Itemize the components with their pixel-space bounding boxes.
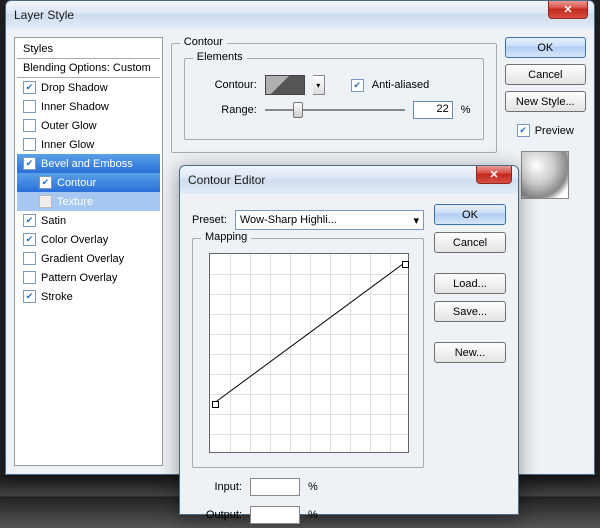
new-button[interactable]: New... bbox=[434, 342, 506, 363]
contour-editor-title: Contour Editor bbox=[188, 173, 265, 187]
style-item-label: Texture bbox=[57, 196, 93, 208]
style-item-color-overlay[interactable]: Color Overlay bbox=[17, 230, 160, 249]
style-checkbox[interactable] bbox=[23, 100, 36, 113]
style-item-label: Pattern Overlay bbox=[41, 272, 117, 284]
load-button[interactable]: Load... bbox=[434, 273, 506, 294]
cancel-button[interactable]: Cancel bbox=[434, 232, 506, 253]
range-label: Range: bbox=[197, 104, 257, 116]
style-checkbox[interactable] bbox=[23, 271, 36, 284]
style-checkbox[interactable] bbox=[39, 195, 52, 208]
style-item-label: Inner Glow bbox=[41, 139, 94, 151]
style-item-inner-glow[interactable]: Inner Glow bbox=[17, 135, 160, 154]
style-checkbox[interactable] bbox=[23, 233, 36, 246]
input-pct: % bbox=[308, 481, 318, 493]
ok-button[interactable]: OK bbox=[505, 37, 586, 58]
contour-label: Contour: bbox=[197, 79, 257, 91]
style-item-label: Outer Glow bbox=[41, 120, 97, 132]
mapping-label: Mapping bbox=[201, 231, 251, 243]
input-label: Input: bbox=[192, 481, 242, 493]
style-item-outer-glow[interactable]: Outer Glow bbox=[17, 116, 160, 135]
preset-dropdown[interactable]: Wow-Sharp Highli... ▾ bbox=[235, 210, 424, 230]
new-style-button[interactable]: New Style... bbox=[505, 91, 586, 112]
style-item-contour[interactable]: Contour bbox=[17, 173, 160, 192]
style-item-label: Bevel and Emboss bbox=[41, 158, 133, 170]
close-icon[interactable]: ✕ bbox=[476, 166, 512, 184]
curve-line bbox=[210, 254, 408, 452]
styles-header[interactable]: Styles bbox=[17, 40, 160, 59]
output-label: Output: bbox=[192, 509, 242, 521]
style-checkbox[interactable] bbox=[23, 290, 36, 303]
preview-checkbox[interactable] bbox=[517, 124, 530, 137]
chevron-down-icon[interactable]: ▾ bbox=[313, 75, 325, 95]
style-checkbox[interactable] bbox=[23, 252, 36, 265]
antialias-label: Anti-aliased bbox=[372, 79, 429, 91]
output-field[interactable] bbox=[250, 506, 300, 524]
styles-list: Styles Blending Options: Custom Drop Sha… bbox=[14, 37, 163, 466]
range-input[interactable]: 22 bbox=[413, 101, 453, 119]
curve-editor[interactable] bbox=[209, 253, 409, 453]
output-pct: % bbox=[308, 509, 318, 521]
curve-handle[interactable] bbox=[402, 261, 409, 268]
style-item-label: Drop Shadow bbox=[41, 82, 108, 94]
style-item-label: Satin bbox=[41, 215, 66, 227]
cancel-button[interactable]: Cancel bbox=[505, 64, 586, 85]
style-item-inner-shadow[interactable]: Inner Shadow bbox=[17, 97, 160, 116]
layer-style-titlebar[interactable]: Layer Style ✕ bbox=[6, 1, 594, 29]
style-checkbox[interactable] bbox=[23, 119, 36, 132]
style-checkbox[interactable] bbox=[39, 176, 52, 189]
style-checkbox[interactable] bbox=[23, 138, 36, 151]
style-item-gradient-overlay[interactable]: Gradient Overlay bbox=[17, 249, 160, 268]
blending-options-item[interactable]: Blending Options: Custom bbox=[17, 59, 160, 78]
preset-label: Preset: bbox=[192, 214, 227, 226]
preview-swatch bbox=[521, 151, 569, 199]
style-item-stroke[interactable]: Stroke bbox=[17, 287, 160, 306]
contour-editor-titlebar[interactable]: Contour Editor ✕ bbox=[180, 166, 518, 194]
style-item-label: Color Overlay bbox=[41, 234, 108, 246]
style-item-texture[interactable]: Texture bbox=[17, 192, 160, 211]
style-item-label: Stroke bbox=[41, 291, 73, 303]
antialias-checkbox[interactable] bbox=[351, 79, 364, 92]
style-checkbox[interactable] bbox=[23, 157, 36, 170]
contour-editor-dialog: Contour Editor ✕ Preset: Wow-Sharp Highl… bbox=[179, 165, 519, 515]
range-slider[interactable] bbox=[265, 102, 405, 118]
style-item-satin[interactable]: Satin bbox=[17, 211, 160, 230]
contour-group-label: Contour bbox=[180, 36, 227, 48]
style-item-drop-shadow[interactable]: Drop Shadow bbox=[17, 78, 160, 97]
save-button[interactable]: Save... bbox=[434, 301, 506, 322]
style-item-pattern-overlay[interactable]: Pattern Overlay bbox=[17, 268, 160, 287]
preset-value: Wow-Sharp Highli... bbox=[240, 214, 337, 226]
layer-style-title: Layer Style bbox=[14, 8, 74, 22]
style-checkbox[interactable] bbox=[23, 81, 36, 94]
style-item-label: Contour bbox=[57, 177, 96, 189]
style-item-label: Gradient Overlay bbox=[41, 253, 124, 265]
preview-label: Preview bbox=[535, 125, 574, 137]
style-item-bevel-and-emboss[interactable]: Bevel and Emboss bbox=[17, 154, 160, 173]
curve-handle[interactable] bbox=[212, 401, 219, 408]
input-field[interactable] bbox=[250, 478, 300, 496]
contour-swatch[interactable] bbox=[265, 75, 305, 95]
close-icon[interactable]: ✕ bbox=[548, 1, 588, 19]
style-item-label: Inner Shadow bbox=[41, 101, 109, 113]
ok-button[interactable]: OK bbox=[434, 204, 506, 225]
elements-group-label: Elements bbox=[193, 51, 247, 63]
chevron-down-icon: ▾ bbox=[413, 214, 419, 227]
range-pct: % bbox=[461, 104, 471, 116]
style-checkbox[interactable] bbox=[23, 214, 36, 227]
